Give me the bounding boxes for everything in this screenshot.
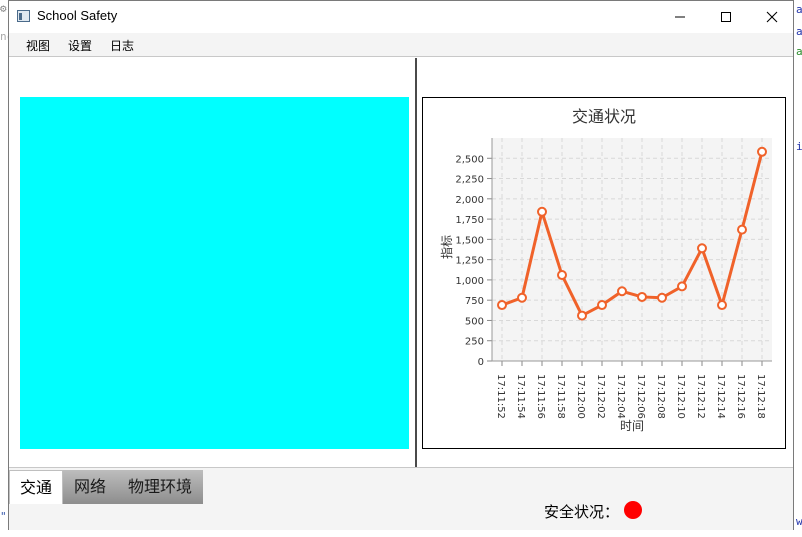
x-tick-label: 17:12:18 xyxy=(755,374,766,419)
x-tick-label: 17:11:52 xyxy=(495,374,506,419)
y-tick-label: 2,500 xyxy=(455,154,484,165)
chart-title: 交通状况 xyxy=(572,107,636,126)
data-point xyxy=(497,300,507,311)
menu-log[interactable]: 日志 xyxy=(108,37,136,54)
x-tick-label: 17:11:56 xyxy=(535,374,546,419)
window-title: School Safety xyxy=(37,8,118,23)
x-tick-label: 17:12:10 xyxy=(675,374,686,419)
x-tick-label: 17:12:06 xyxy=(635,374,646,419)
x-axis-label: 时间 xyxy=(620,419,644,433)
safety-status-indicator xyxy=(624,501,642,519)
traffic-line-chart: 交通状况 指标 时间 0 250 500 750 1,000 1,250 1,500 1,75… xyxy=(439,107,772,433)
app-icon xyxy=(17,10,30,22)
x-tick-label: 17:12:14 xyxy=(715,374,726,419)
y-tick-label: 2,000 xyxy=(455,195,484,206)
x-tick-label: 17:12:16 xyxy=(735,374,746,419)
x-tick-label: 17:12:12 xyxy=(695,374,706,419)
x-tick-label: 17:12:00 xyxy=(575,374,586,419)
x-tick-label: 17:11:58 xyxy=(555,374,566,419)
data-point xyxy=(537,206,547,217)
minimize-icon xyxy=(675,16,685,18)
video-feed-pane xyxy=(20,97,409,449)
y-tick-label: 750 xyxy=(465,296,484,307)
y-tick-label: 2,250 xyxy=(455,175,484,186)
minimize-button[interactable] xyxy=(657,1,703,33)
y-tick-label: 0 xyxy=(478,357,484,368)
y-tick-label: 1,500 xyxy=(455,235,484,246)
y-tick-label: 1,750 xyxy=(455,215,484,226)
data-point xyxy=(657,292,667,303)
data-point xyxy=(617,286,627,297)
data-point xyxy=(677,281,687,292)
x-tick-label: 17:12:04 xyxy=(615,374,626,419)
menu-view[interactable]: 视图 xyxy=(24,37,52,54)
y-tick-label: 500 xyxy=(465,316,484,327)
data-point xyxy=(717,300,727,311)
app-window: School Safety 视图 设置 日志 交通状况 指标 时间 0 250 50… xyxy=(8,0,794,530)
bottom-bar: 交通 网络 物理环境 安全状况： xyxy=(9,467,793,530)
y-tick-label: 250 xyxy=(465,337,484,348)
menu-bar: 视图 设置 日志 xyxy=(9,33,793,57)
data-point xyxy=(737,224,747,235)
y-axis-label: 指标 xyxy=(439,235,454,259)
data-point xyxy=(697,243,707,254)
tab-physical-environment[interactable]: 物理环境 xyxy=(117,470,203,504)
data-point xyxy=(757,146,767,157)
tab-network[interactable]: 网络 xyxy=(63,470,117,504)
y-tick-label: 1,000 xyxy=(455,276,484,287)
close-icon xyxy=(766,11,778,23)
data-point xyxy=(557,270,567,281)
data-point xyxy=(517,292,527,303)
maximize-icon xyxy=(721,12,731,22)
menu-settings[interactable]: 设置 xyxy=(66,37,94,54)
data-point xyxy=(637,291,647,302)
x-tick-label: 17:12:08 xyxy=(655,374,666,419)
split-divider[interactable] xyxy=(415,58,417,467)
background-editor-right: a a a i w xyxy=(796,0,802,537)
tab-traffic[interactable]: 交通 xyxy=(9,470,63,504)
x-tick-label: 17:11:54 xyxy=(515,374,526,419)
background-editor-left: ⚙ nc " xyxy=(0,0,13,537)
close-button[interactable] xyxy=(749,1,795,33)
traffic-chart-panel: 交通状况 指标 时间 0 250 500 750 1,000 1,250 1,500 1,75… xyxy=(422,97,786,449)
x-tick-label: 17:12:02 xyxy=(595,374,606,419)
data-point xyxy=(577,310,587,321)
maximize-button[interactable] xyxy=(703,1,749,33)
safety-status-label: 安全状况： xyxy=(544,503,620,521)
y-tick-label: 1,250 xyxy=(455,256,484,267)
data-point xyxy=(597,300,607,311)
title-bar: School Safety xyxy=(9,1,793,33)
